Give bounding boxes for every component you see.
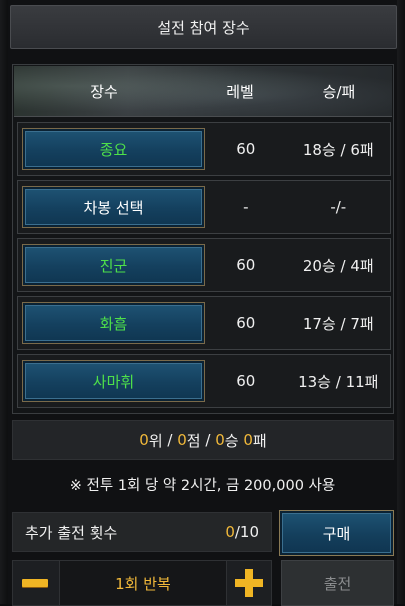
general-level: 60 — [236, 256, 256, 274]
increase-button[interactable] — [227, 561, 271, 605]
column-header-record: 승/패 — [322, 82, 356, 101]
decrease-button[interactable] — [13, 561, 57, 605]
losses-unit: 패 — [252, 431, 267, 450]
general-button-0[interactable]: 종요 — [22, 128, 206, 170]
summary-separator: / — [200, 431, 216, 449]
column-header-level: 레벨 — [226, 82, 254, 101]
general-button-1[interactable]: 차봉 선택 — [22, 186, 206, 228]
general-record: 18승 / 6패 — [302, 140, 374, 159]
rank-unit: 위 — [148, 431, 163, 450]
panel-title: 설전 참여 장수 — [10, 5, 397, 49]
extra-sortie-current: 0 — [225, 523, 235, 541]
repeat-stepper: 1회 반복 — [12, 560, 272, 606]
buy-button[interactable]: 구매 — [279, 510, 394, 556]
repeat-count: 1회 반복 — [59, 561, 227, 605]
general-record: 17승 / 7패 — [302, 314, 374, 333]
general-button-4[interactable]: 사마휘 — [22, 360, 206, 402]
table-header: 장수 레벨 승/패 — [14, 66, 392, 117]
general-table: 장수 레벨 승/패 종요 60 18승 / 6패 차봉 선택 - -/- 진군 … — [12, 64, 394, 414]
extra-sortie-counter: 0/10 — [225, 523, 259, 541]
general-record: -/- — [330, 198, 347, 216]
general-record: 20승 / 4패 — [302, 256, 374, 275]
summary-separator: / — [162, 431, 178, 449]
sortie-button[interactable]: 출전 — [281, 560, 394, 606]
panel-title-text: 설전 참여 장수 — [157, 18, 250, 37]
column-header-general: 장수 — [90, 82, 118, 101]
general-level: - — [243, 198, 249, 216]
table-row: 차봉 선택 - -/- — [17, 180, 391, 234]
season-summary: 0위 / 0점 / 0승 0패 — [12, 420, 394, 460]
frame-left — [0, 0, 8, 604]
general-button-2[interactable]: 진군 — [22, 244, 206, 286]
general-level: 60 — [236, 314, 256, 332]
minus-icon — [22, 579, 48, 587]
general-level: 60 — [236, 372, 256, 390]
general-button-3[interactable]: 화흠 — [22, 302, 206, 344]
rank-value: 0 — [139, 431, 149, 449]
general-record: 13승 / 11패 — [298, 372, 379, 391]
plus-icon — [235, 569, 263, 597]
table-row: 사마휘 60 13승 / 11패 — [17, 354, 391, 408]
extra-sortie-count: 추가 출전 횟수 0/10 — [12, 512, 272, 552]
points-value: 0 — [177, 431, 187, 449]
extra-sortie-max: /10 — [234, 523, 259, 541]
extra-sortie-label: 추가 출전 횟수 — [25, 523, 118, 542]
table-row: 화흠 60 17승 / 7패 — [17, 296, 391, 350]
general-level: 60 — [236, 140, 256, 158]
wins-value: 0 — [215, 431, 225, 449]
table-row: 진군 60 20승 / 4패 — [17, 238, 391, 292]
table-row: 종요 60 18승 / 6패 — [17, 122, 391, 176]
sortie-panel: 설전 참여 장수 장수 레벨 승/패 종요 60 18승 / 6패 차봉 선택 … — [0, 0, 405, 606]
frame-right — [397, 0, 405, 604]
points-unit: 점 — [186, 431, 201, 450]
wins-unit: 승 — [224, 431, 244, 450]
losses-value: 0 — [243, 431, 253, 449]
cost-notice: ※ 전투 1회 당 약 2시간, 금 200,000 사용 — [69, 478, 336, 494]
